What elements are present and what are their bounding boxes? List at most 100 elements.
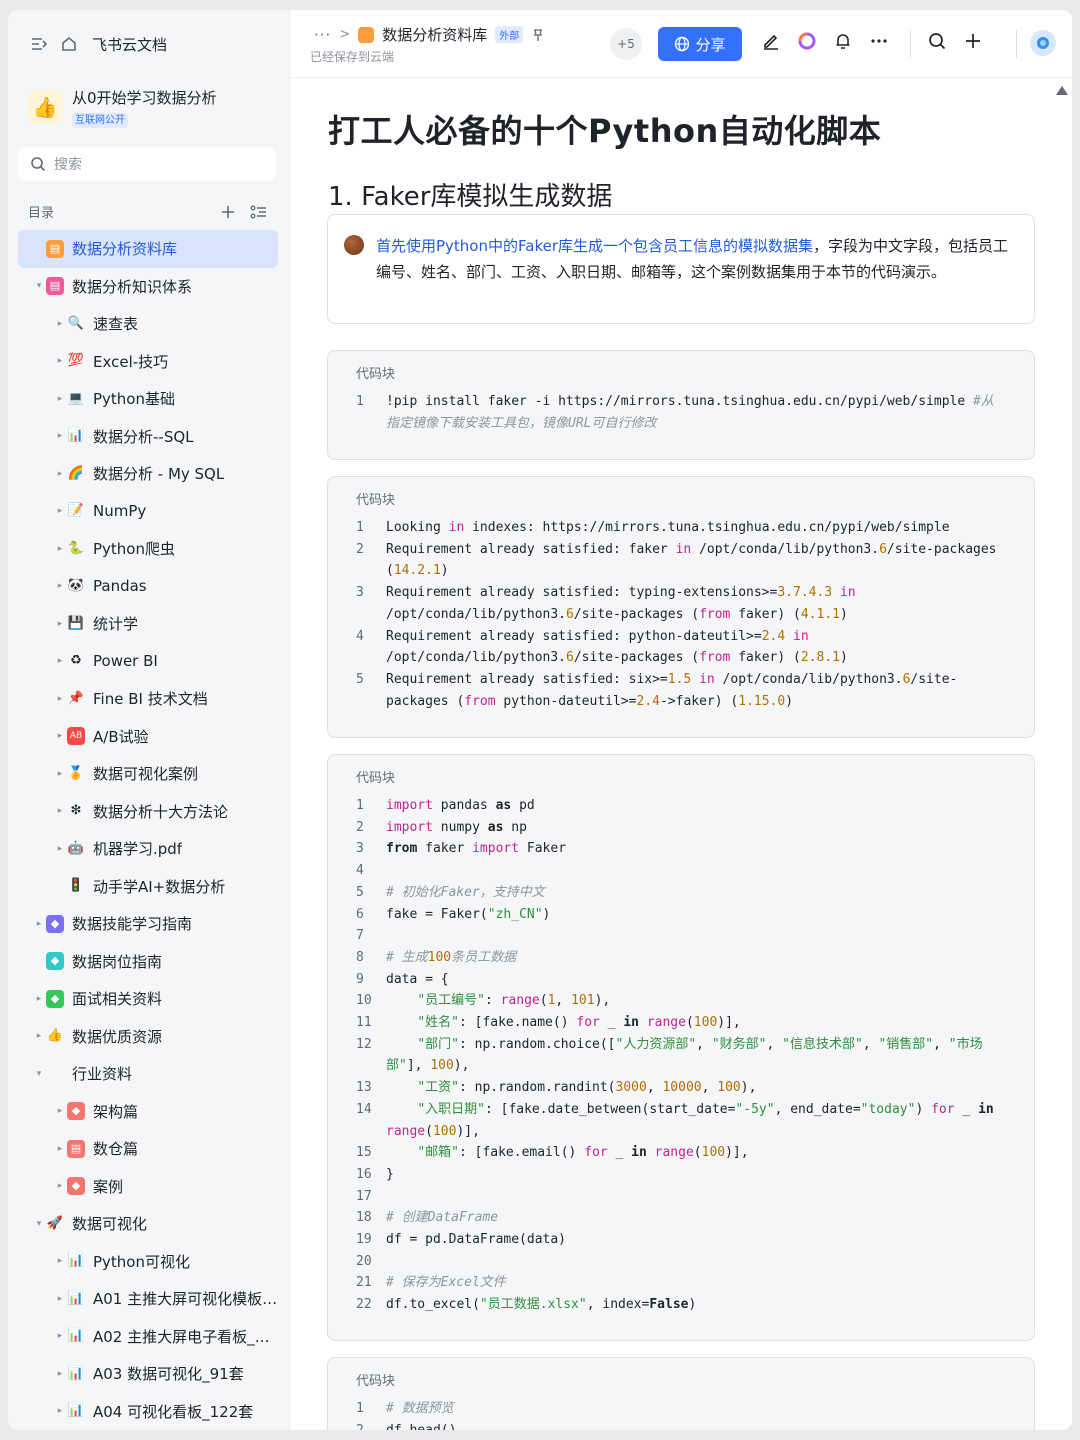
brand-name[interactable]: 飞书云文档 bbox=[92, 34, 167, 55]
sidebar-item[interactable]: ▸ AB A/B试验 bbox=[18, 718, 278, 756]
sidebar-item[interactable]: ▸ 🔍 速查表 bbox=[18, 305, 278, 343]
sidebar-item-label: 动手学AI+数据分析 bbox=[93, 877, 226, 896]
sidebar-item[interactable]: ▾ 行业资料 bbox=[18, 1055, 278, 1093]
breadcrumb-more[interactable]: ··· bbox=[314, 26, 331, 44]
chevron-right-icon[interactable]: ▸ bbox=[53, 694, 67, 704]
search-input[interactable]: 搜索 bbox=[18, 147, 276, 181]
sidebar-item[interactable]: ▸ 📝 NumPy bbox=[18, 493, 278, 531]
code-text: data = { bbox=[386, 971, 449, 987]
chevron-right-icon[interactable]: ▸ bbox=[53, 1144, 67, 1154]
chevron-right-icon[interactable]: ▸ bbox=[53, 1369, 67, 1379]
sidebar-item[interactable]: ▸ 🌈 数据分析 - My SQL bbox=[18, 455, 278, 493]
sidebar-item[interactable]: ▸ ◆ 案例 bbox=[18, 1168, 278, 1206]
chevron-right-icon[interactable]: ▸ bbox=[53, 1406, 67, 1416]
sidebar-item[interactable]: ▸ 💻 Python基础 bbox=[18, 380, 278, 418]
sidebar-item[interactable]: 🚦 动手学AI+数据分析 bbox=[18, 868, 278, 906]
chevron-right-icon[interactable]: ▸ bbox=[32, 919, 46, 929]
chevron-right-icon[interactable]: ▸ bbox=[53, 806, 67, 816]
chevron-right-icon[interactable]: ▸ bbox=[53, 356, 67, 366]
chevron-right-icon[interactable]: ▸ bbox=[53, 506, 67, 516]
code-text: import pandas as pd bbox=[386, 798, 535, 813]
code-block[interactable]: 代码块 1# 数据预览2df.head() bbox=[327, 1357, 1035, 1430]
sidebar-item[interactable]: ▸ 📌 Fine BI 技术文档 bbox=[18, 680, 278, 718]
sidebar-item[interactable]: ▸ ◆ 面试相关资料 bbox=[18, 980, 278, 1018]
sidebar-item[interactable]: ▸ ◆ 架构篇 bbox=[18, 1093, 278, 1131]
chevron-down-icon[interactable]: ▾ bbox=[32, 281, 46, 291]
chevron-right-icon[interactable]: ▸ bbox=[32, 994, 46, 1004]
chevron-down-icon[interactable]: ▾ bbox=[32, 1069, 46, 1079]
sidebar-item[interactable]: ▸ 📊 A04 可视化看板_122套 bbox=[18, 1393, 278, 1431]
ai-assistant-icon[interactable] bbox=[796, 30, 818, 52]
edit-icon[interactable] bbox=[760, 30, 782, 52]
code-text: from faker import Faker bbox=[386, 841, 567, 857]
share-button[interactable]: 分享 bbox=[658, 27, 742, 61]
chevron-right-icon[interactable]: ▸ bbox=[53, 731, 67, 741]
sidebar-item[interactable]: ▸ 📊 A03 数据可视化_91套 bbox=[18, 1355, 278, 1393]
plus-icon[interactable] bbox=[962, 30, 984, 52]
code-block[interactable]: 代码块 1 !pip install faker -i https://mirro… bbox=[327, 350, 1035, 460]
scroll-up-icon[interactable] bbox=[1056, 86, 1068, 95]
chevron-right-icon[interactable]: ▸ bbox=[53, 1256, 67, 1266]
sidebar-item[interactable]: ◆ 数据岗位指南 bbox=[18, 943, 278, 981]
bell-icon[interactable] bbox=[832, 30, 854, 52]
sidebar-item[interactable]: ▸ ◆ 数据技能学习指南 bbox=[18, 905, 278, 943]
code-text: # 数据预览 bbox=[386, 1401, 454, 1416]
wiki-space[interactable]: 👍 从0开始学习数据分析 互联网公开 bbox=[28, 88, 217, 128]
sidebar-item[interactable]: ▸ 📊 数据分析--SQL bbox=[18, 418, 278, 456]
chevron-right-icon[interactable]: ▸ bbox=[53, 656, 67, 666]
chevron-right-icon[interactable]: ▸ bbox=[53, 619, 67, 629]
sidebar-item[interactable]: ▸ ❇ 数据分析十大方法论 bbox=[18, 793, 278, 831]
sidebar-item[interactable]: ▸ 🏅 数据可视化案例 bbox=[18, 755, 278, 793]
chevron-right-icon[interactable]: ▸ bbox=[53, 1106, 67, 1116]
pin-icon[interactable] bbox=[531, 28, 545, 42]
chevron-right-icon[interactable]: ▸ bbox=[53, 844, 67, 854]
chevron-right-icon[interactable]: ▸ bbox=[53, 581, 67, 591]
code-text: # 生成100条员工数据 bbox=[386, 949, 517, 965]
chevron-right-icon[interactable]: ▸ bbox=[53, 769, 67, 779]
more-icon[interactable] bbox=[868, 30, 890, 52]
sidebar-item[interactable]: ▤ 数据分析资料库 bbox=[18, 230, 278, 268]
collapse-sidebar-icon[interactable] bbox=[30, 35, 48, 53]
item-icon: 🐍 bbox=[67, 540, 85, 556]
item-icon: 📊 bbox=[67, 1403, 85, 1419]
list-icon[interactable] bbox=[250, 204, 268, 220]
chevron-right-icon[interactable]: ▸ bbox=[53, 431, 67, 441]
breadcrumb-title[interactable]: 数据分析资料库 bbox=[382, 24, 487, 45]
chevron-right-icon[interactable]: ▸ bbox=[53, 394, 67, 404]
chevron-right-icon[interactable]: ▸ bbox=[53, 319, 67, 329]
callout-link[interactable]: 首先使用Python中的Faker库生成一个包含员工信息的模拟数据集 bbox=[376, 237, 813, 255]
sidebar-item[interactable]: ▾ 🚀 数据可视化 bbox=[18, 1205, 278, 1243]
code-block-title: 代码块 bbox=[356, 1374, 396, 1389]
chevron-right-icon[interactable]: ▸ bbox=[53, 544, 67, 554]
chevron-right-icon[interactable]: ▸ bbox=[53, 1181, 67, 1191]
sidebar-item[interactable]: ▸ 👍 数据优质资源 bbox=[18, 1018, 278, 1056]
chevron-right-icon[interactable]: ▸ bbox=[53, 469, 67, 479]
sidebar-item[interactable]: ▸ 💯 Excel-技巧 bbox=[18, 343, 278, 381]
home-icon[interactable] bbox=[60, 35, 78, 53]
chevron-right-icon[interactable]: ▸ bbox=[53, 1331, 67, 1341]
search-icon[interactable] bbox=[926, 30, 948, 52]
sidebar-item[interactable]: ▸ 📊 Python可视化 bbox=[18, 1243, 278, 1281]
collaborators-count[interactable]: +5 bbox=[610, 28, 642, 60]
chevron-right-icon[interactable]: ▸ bbox=[53, 1294, 67, 1304]
avatar[interactable] bbox=[1030, 30, 1056, 56]
sidebar-item[interactable]: ▸ 📊 A01 主推大屏可视化模板_... bbox=[18, 1280, 278, 1318]
share-label: 分享 bbox=[695, 35, 726, 54]
sidebar-item[interactable]: ▸ 🐍 Python爬虫 bbox=[18, 530, 278, 568]
sidebar-item[interactable]: ▸ 🐼 Pandas bbox=[18, 568, 278, 606]
code-line: 17 bbox=[328, 1186, 1034, 1208]
code-line: 12 "部门": np.random.choice(["人力资源部", "财务部… bbox=[328, 1034, 1034, 1077]
code-block[interactable]: 代码块 1 import pandas as pd 2 import numpy as… bbox=[327, 754, 1035, 1341]
sidebar-item[interactable]: ▸ 🤖 机器学习.pdf bbox=[18, 830, 278, 868]
code-block[interactable]: 代码块 1 Looking in indexes: https://mirrors… bbox=[327, 476, 1035, 738]
sidebar-item[interactable]: ▾ ▤ 数据分析知识体系 bbox=[18, 268, 278, 306]
code-line: 3 from faker import Faker bbox=[328, 838, 1034, 860]
add-icon[interactable] bbox=[220, 204, 236, 220]
chevron-down-icon[interactable]: ▾ bbox=[32, 1219, 46, 1229]
sidebar-item[interactable]: ▸ 📊 A02 主推大屏电子看板_20套 bbox=[18, 1318, 278, 1356]
sidebar-item[interactable]: ▸ ▤ 数仓篇 bbox=[18, 1130, 278, 1168]
code-line: 4 bbox=[328, 860, 1034, 882]
sidebar-item[interactable]: ▸ 💾 统计学 bbox=[18, 605, 278, 643]
chevron-right-icon[interactable]: ▸ bbox=[32, 1031, 46, 1041]
sidebar-item[interactable]: ▸ ♻ Power BI bbox=[18, 643, 278, 681]
